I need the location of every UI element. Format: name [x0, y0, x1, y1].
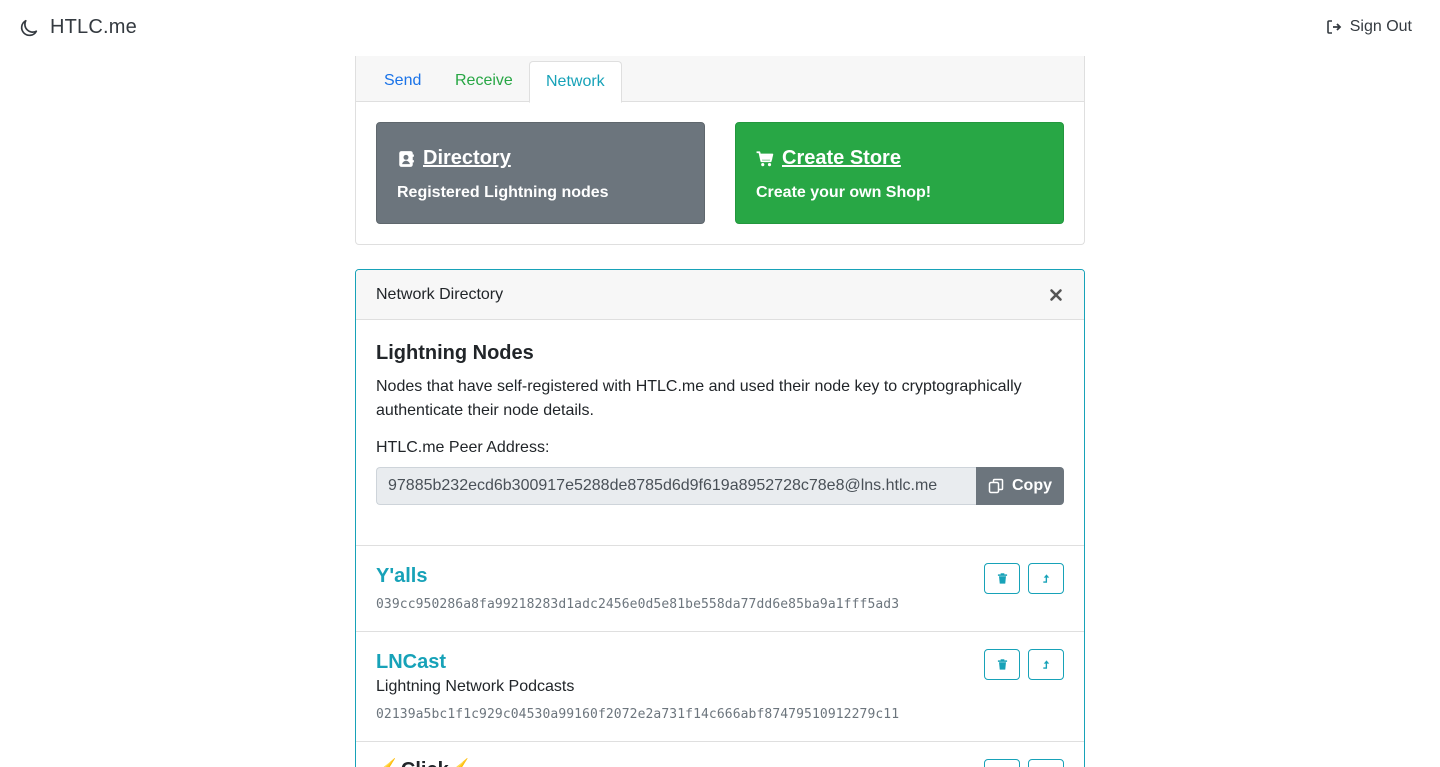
copy-button[interactable]: Copy — [976, 467, 1064, 505]
directory-tile[interactable]: Directory Registered Lightning nodes — [376, 122, 705, 224]
directory-tile-title: Directory — [397, 147, 684, 170]
copy-label: Copy — [1012, 477, 1052, 494]
open-node-button[interactable] — [1028, 563, 1064, 594]
address-book-icon — [399, 150, 414, 167]
sign-out-button[interactable]: Sign Out — [1326, 18, 1412, 36]
directory-description: Registered Lightning nodes — [397, 184, 609, 201]
brand-link[interactable]: HTLC.me — [18, 16, 137, 39]
copy-icon — [988, 478, 1004, 494]
wallet-tabs-card: Send Receive Network Directory Registere… — [355, 56, 1085, 245]
create-store-tile-title: Create Store — [756, 147, 1043, 170]
delete-node-button[interactable] — [984, 649, 1020, 680]
open-node-button[interactable] — [1028, 759, 1064, 767]
trash-icon — [997, 573, 1007, 584]
peer-address-group: 97885b232ecd6b300917e5288de8785d6d9f619a… — [376, 467, 1064, 505]
sign-out-label: Sign Out — [1349, 18, 1412, 35]
peer-address-label: HTLC.me Peer Address: — [376, 439, 550, 456]
tab-send[interactable]: Send — [368, 61, 437, 102]
list-item: Y'alls 039cc950286a8fa99218283d1adc2456e… — [356, 545, 1084, 631]
lightning-nodes-heading: Lightning Nodes — [376, 342, 534, 364]
node-public-key: 039cc950286a8fa99218283d1adc2456e0d5e81b… — [376, 597, 900, 612]
network-directory-card: Network Directory Lightning Nodes Nodes … — [355, 269, 1085, 767]
peer-address-field[interactable]: 97885b232ecd6b300917e5288de8785d6d9f619a… — [376, 467, 976, 505]
list-item: ⚡️Click⚡️ — [356, 741, 1084, 767]
tab-receive[interactable]: Receive — [439, 61, 529, 102]
arrow-up-icon — [1042, 660, 1049, 669]
top-navbar: HTLC.me Sign Out — [0, 0, 1440, 56]
close-icon[interactable] — [1048, 287, 1064, 303]
tabs-header: Send Receive Network — [356, 56, 1084, 103]
list-item: LNCast Lightning Network Podcasts 02139a… — [356, 631, 1084, 741]
sign-out-icon — [1326, 20, 1342, 34]
network-directory-body: Lightning Nodes Nodes that have self-reg… — [376, 342, 1064, 505]
create-store-description: Create your own Shop! — [756, 184, 932, 201]
delete-node-button[interactable] — [984, 563, 1020, 594]
node-description: Lightning Network Podcasts — [376, 678, 575, 695]
node-name-link[interactable]: LNCast — [376, 651, 446, 674]
brand-name: HTLC.me — [50, 16, 137, 38]
create-store-title-text: Create Store — [782, 147, 901, 169]
node-name-link[interactable]: Y'alls — [376, 565, 427, 588]
open-node-button[interactable] — [1028, 649, 1064, 680]
node-name-link[interactable]: ⚡️Click⚡️ — [376, 757, 474, 767]
network-directory-title: Network Directory — [376, 286, 504, 303]
moon-icon — [18, 17, 40, 39]
node-public-key: 02139a5bc1f1c929c04530a99160f2072e2a731f… — [376, 707, 900, 722]
network-directory-header: Network Directory — [356, 270, 1084, 320]
delete-node-button[interactable] — [984, 759, 1020, 767]
lightning-nodes-description: Nodes that have self-registered with HTL… — [376, 378, 1022, 419]
directory-title-text: Directory — [423, 147, 511, 169]
create-store-tile[interactable]: Create Store Create your own Shop! — [735, 122, 1064, 224]
shopping-cart-icon — [756, 150, 774, 166]
arrow-up-icon — [1042, 574, 1049, 583]
tab-network[interactable]: Network — [529, 61, 622, 103]
trash-icon — [997, 659, 1007, 670]
